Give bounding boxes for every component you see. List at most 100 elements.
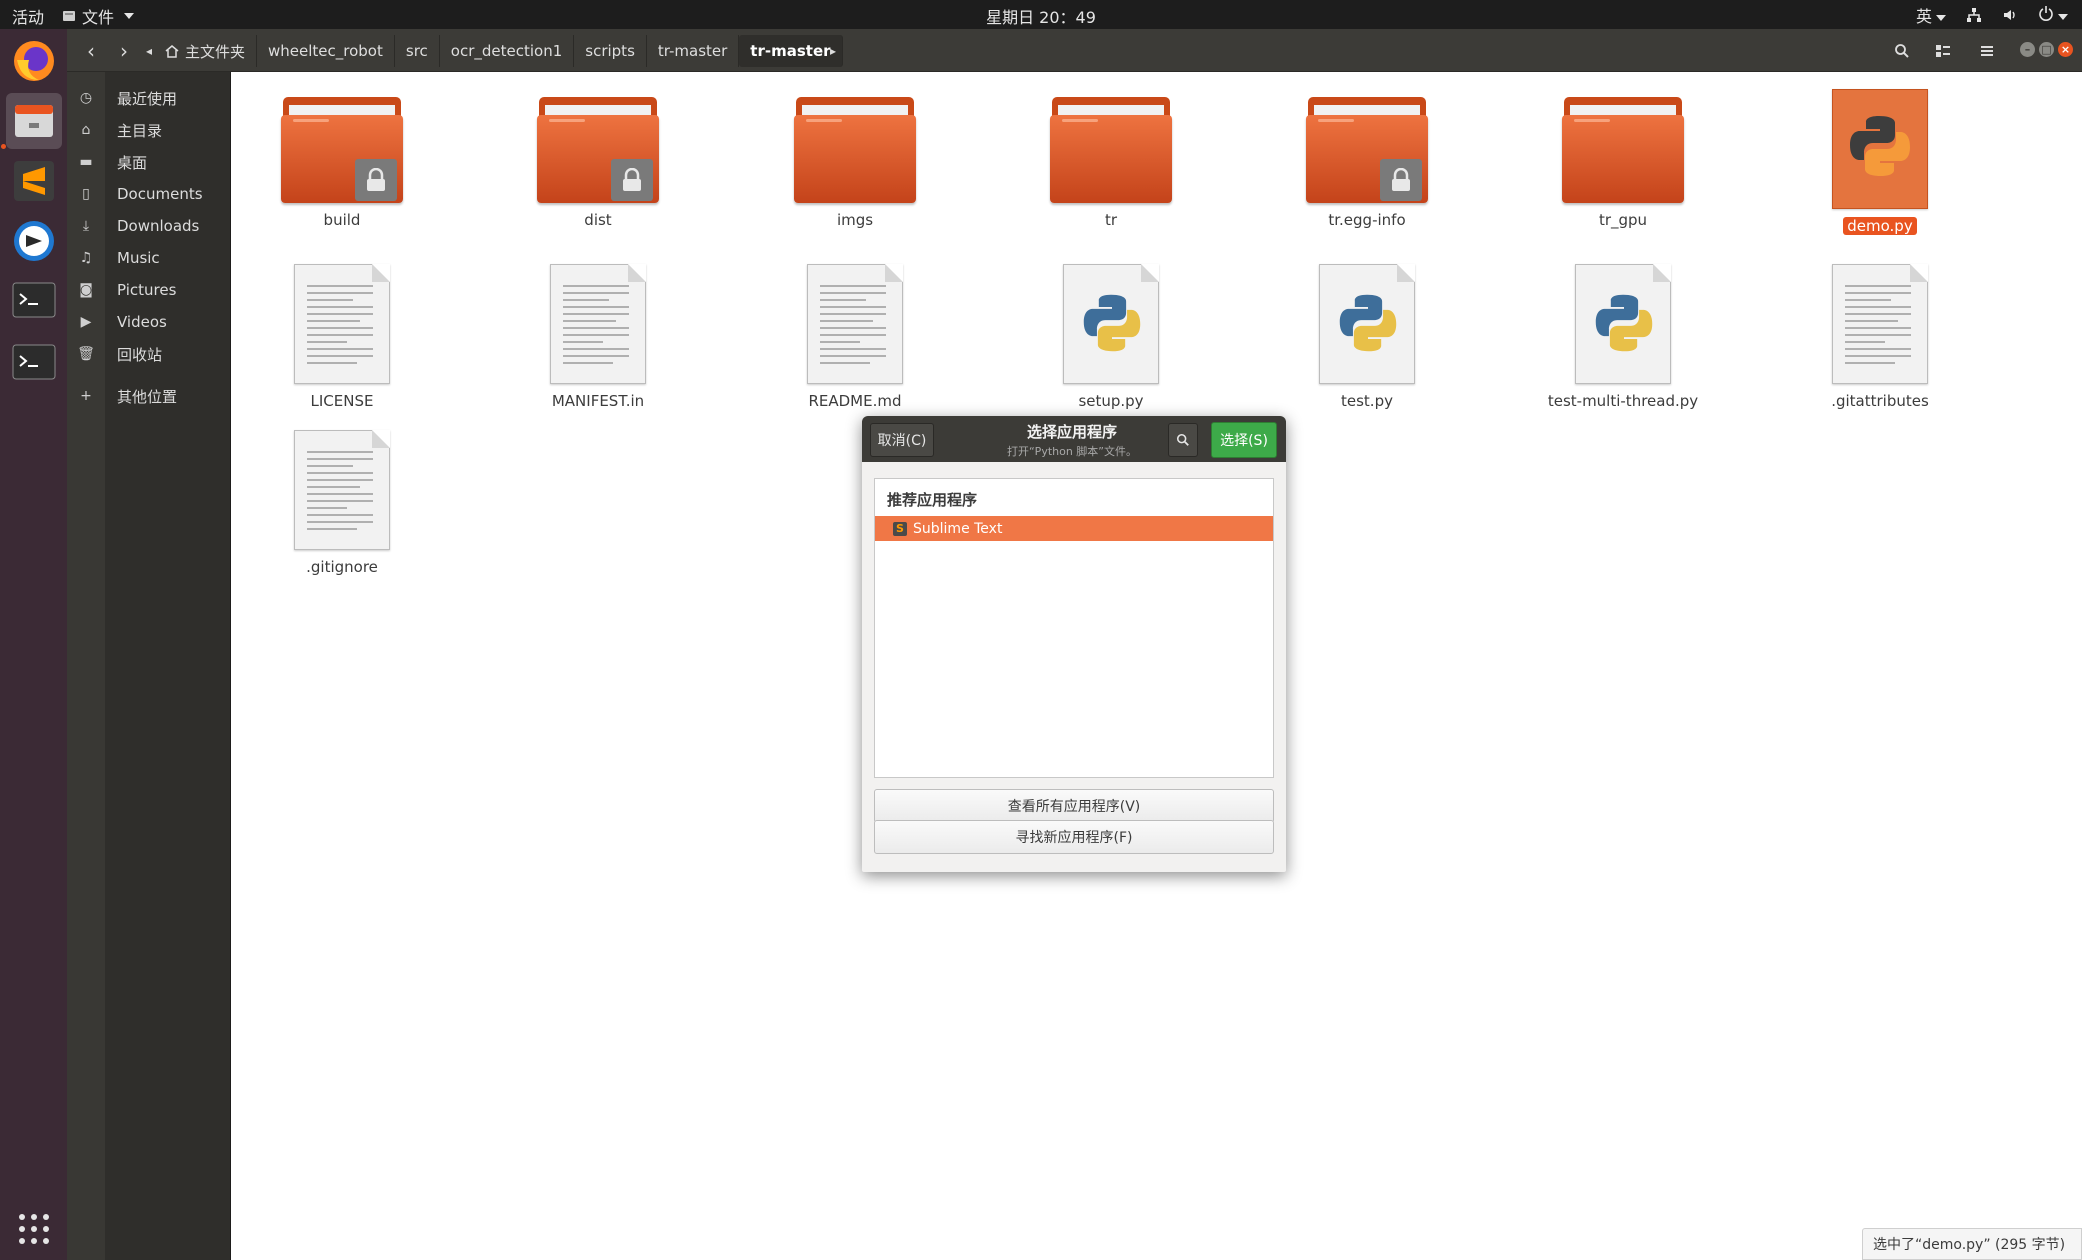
file-item-tr[interactable]: tr	[1021, 97, 1201, 229]
python-file-icon	[1832, 89, 1928, 209]
view-toggle-button[interactable]	[1929, 37, 1957, 65]
folder-icon	[281, 97, 403, 203]
file-item-setup-py[interactable]: setup.py	[1021, 264, 1201, 410]
sidebar-item-recent[interactable]: ◷ 最近使用	[67, 83, 231, 113]
file-item-gitignore[interactable]: .gitignore	[252, 430, 432, 576]
files-icon	[15, 105, 53, 137]
sidebar-item-label: Videos	[117, 313, 167, 331]
file-item-license[interactable]: LICENSE	[252, 264, 432, 410]
input-method-menu[interactable]: 英	[1916, 3, 1946, 27]
text-file-icon	[550, 264, 646, 384]
dock-app[interactable]	[6, 213, 62, 269]
app-icon	[14, 221, 54, 261]
file-name: dist	[584, 211, 612, 229]
file-item-tr-gpu[interactable]: tr_gpu	[1533, 97, 1713, 229]
file-item-gitattributes[interactable]: .gitattributes	[1790, 264, 1970, 410]
view-all-apps-button[interactable]: 查看所有应用程序(V)	[874, 789, 1274, 823]
sublime-text-icon: S	[893, 521, 907, 536]
select-button[interactable]: 选择(S)	[1211, 422, 1277, 458]
close-button[interactable]: ×	[2058, 42, 2073, 57]
sidebar-item-downloads[interactable]: ⤓ Downloads	[67, 211, 231, 241]
lock-icon	[355, 159, 397, 201]
file-item-manifest-in[interactable]: MANIFEST.in	[508, 264, 688, 410]
sidebar-item-music[interactable]: ♫ Music	[67, 243, 231, 273]
trash-icon: 🗑︎	[77, 346, 95, 362]
file-item-test-multi-thread-py[interactable]: test-multi-thread.py	[1533, 264, 1713, 410]
forward-button[interactable]: ›	[110, 37, 138, 65]
maximize-button[interactable]: □	[2039, 42, 2054, 57]
back-button[interactable]: ‹	[77, 37, 105, 65]
dock-firefox[interactable]	[6, 33, 62, 89]
sidebar-item-label: 其他位置	[117, 387, 178, 406]
dock-terminal[interactable]	[6, 273, 62, 329]
dock-sublime-text[interactable]	[6, 153, 62, 209]
text-file-icon	[294, 264, 390, 384]
text-file-icon	[1832, 264, 1928, 384]
crumb-tr-master[interactable]: tr-master	[647, 35, 740, 67]
pathbar-scroll-right[interactable]: ▸	[826, 37, 840, 65]
sidebar-item-videos[interactable]: ▶ Videos	[67, 307, 231, 337]
cancel-button[interactable]: 取消(C)	[870, 423, 934, 457]
minimize-icon: –	[2024, 43, 2031, 56]
file-name: README.md	[808, 392, 902, 410]
sidebar-item-documents[interactable]: ▯ Documents	[67, 179, 231, 209]
file-item-dist[interactable]: dist	[508, 97, 688, 229]
dialog-search-button[interactable]	[1168, 423, 1198, 457]
sidebar-item-label: Documents	[117, 185, 203, 203]
chevron-down-icon	[2058, 13, 2068, 20]
application-list: 推荐应用程序 S Sublime Text	[874, 478, 1274, 778]
file-item-build[interactable]: build	[252, 97, 432, 229]
sidebar-item-other-locations[interactable]: + 其他位置	[67, 381, 231, 411]
home-icon	[165, 45, 179, 58]
crumb-home[interactable]: 主文件夹	[154, 35, 258, 67]
sidebar-item-pictures[interactable]: ◙ Pictures	[67, 275, 231, 305]
file-item-readme-md[interactable]: README.md	[765, 264, 945, 410]
file-item-test-py[interactable]: test.py	[1277, 264, 1457, 410]
file-name: test-multi-thread.py	[1547, 392, 1699, 410]
dock-files[interactable]	[6, 93, 62, 149]
volume-icon[interactable]	[2002, 7, 2018, 23]
search-icon	[1895, 44, 1909, 58]
lock-icon	[611, 159, 653, 201]
sidebar: ◷ 最近使用 ⌂ 主目录 ▬ 桌面 ▯ Documents ⤓ Downloads ♫ Mu…	[67, 72, 231, 1260]
list-view-icon	[1936, 45, 1950, 57]
maximize-icon: □	[2041, 43, 2052, 56]
camera-icon: ◙	[79, 282, 93, 298]
crumb-scripts[interactable]: scripts	[574, 35, 647, 67]
app-item-label: Sublime Text	[913, 520, 1003, 537]
minimize-button[interactable]: –	[2020, 42, 2035, 57]
find-new-apps-button[interactable]: 寻找新应用程序(F)	[874, 820, 1274, 854]
music-icon: ♫	[79, 250, 93, 266]
crumb-wheeltec-robot[interactable]: wheeltec_robot	[257, 35, 395, 67]
python-file-icon	[1575, 264, 1671, 384]
running-indicator	[1, 144, 6, 149]
firefox-icon	[14, 41, 54, 81]
folder-icon	[1306, 97, 1428, 203]
dock-terminal-2[interactable]	[6, 335, 62, 391]
sublime-text-icon	[14, 161, 54, 201]
crumb-src[interactable]: src	[395, 35, 440, 67]
show-applications-button[interactable]	[6, 1201, 62, 1257]
app-grid-icon	[19, 1214, 49, 1244]
python-file-icon	[1063, 264, 1159, 384]
sidebar-item-trash[interactable]: 🗑︎ 回收站	[67, 339, 231, 369]
file-item-imgs[interactable]: imgs	[765, 97, 945, 229]
python-file-icon	[1319, 264, 1415, 384]
python-logo-icon	[1339, 294, 1397, 352]
crumb-ocr-detection1[interactable]: ocr_detection1	[440, 35, 575, 67]
app-item-sublime-text[interactable]: S Sublime Text	[875, 516, 1273, 541]
sidebar-item-home[interactable]: ⌂ 主目录	[67, 115, 231, 145]
plus-icon: +	[80, 388, 92, 404]
python-logo-icon	[1850, 116, 1910, 176]
sidebar-item-desktop[interactable]: ▬ 桌面	[67, 147, 231, 177]
menu-button[interactable]	[1973, 37, 2001, 65]
sidebar-item-label: Pictures	[117, 281, 177, 299]
power-menu[interactable]	[2038, 5, 2068, 25]
search-button[interactable]	[1888, 37, 1916, 65]
sidebar-item-label: Downloads	[117, 217, 200, 235]
file-item-demo-py[interactable]: demo.py	[1790, 89, 1970, 235]
status-bar: 选中了“demo.py” (295 字节)	[1862, 1228, 2082, 1260]
clock[interactable]: 星期日 20：49	[0, 4, 2082, 28]
network-icon[interactable]	[1966, 7, 1982, 23]
file-item-tr-egg-info[interactable]: tr.egg-info	[1277, 97, 1457, 229]
